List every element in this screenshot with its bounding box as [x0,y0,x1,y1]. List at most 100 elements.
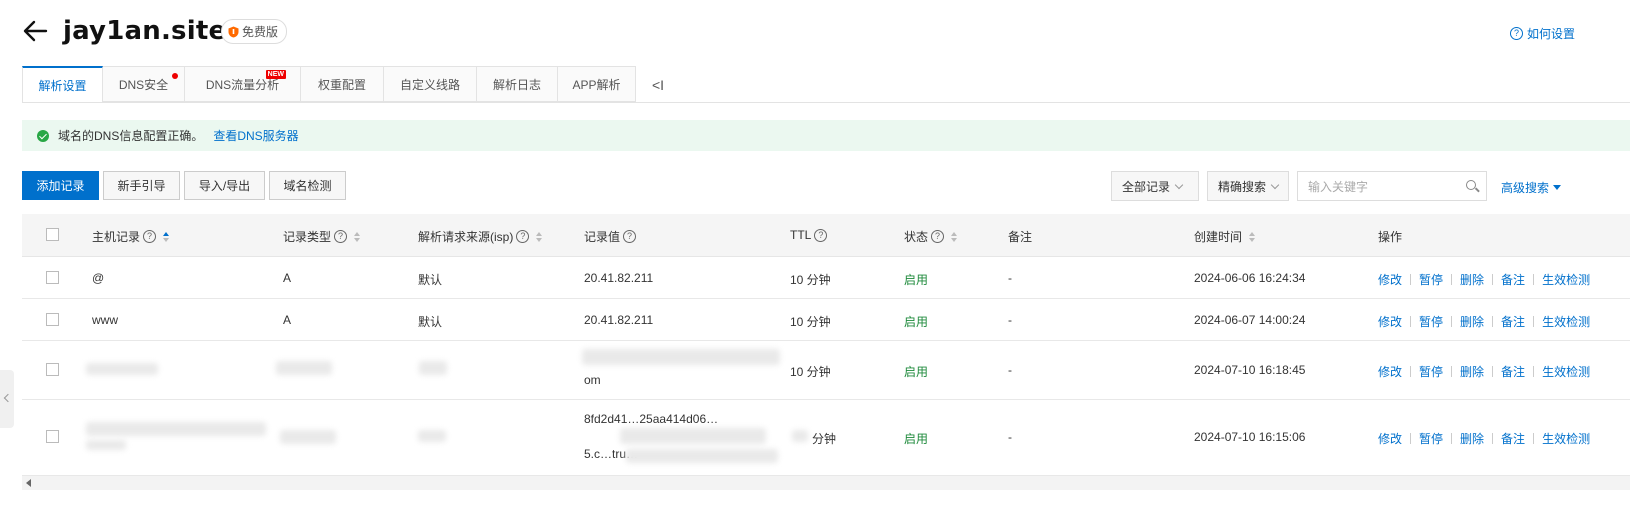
col-ttl: TTL ? [790,228,828,242]
pause-link[interactable]: 暂停 [1419,363,1443,380]
notice-text: 域名的DNS信息配置正确。 [58,129,204,143]
help-circle-icon[interactable]: ? [814,228,828,242]
divider [1451,316,1453,327]
col-remark: 备注 [1008,228,1032,245]
check-effect-link[interactable]: 生效检测 [1542,313,1590,330]
col-value: 记录值 ? [584,228,637,245]
row-checkbox[interactable] [46,430,59,443]
col-host-label: 主机记录 [92,230,141,244]
sort-icon[interactable] [354,231,361,242]
delete-link[interactable]: 删除 [1460,363,1484,380]
add-record-button[interactable]: 添加记录 [22,171,99,200]
remark-link[interactable]: 备注 [1501,271,1525,288]
view-dns-servers-link[interactable]: 查看DNS服务器 [213,127,298,144]
delete-link[interactable]: 删除 [1460,313,1484,330]
tab-dns-security[interactable]: DNS安全 [103,66,185,102]
help-circle-icon[interactable]: ? [623,230,637,243]
host-cell: @ [92,271,105,285]
col-host[interactable]: 主机记录 ? [92,228,170,245]
tab-dns-traffic-analysis[interactable]: DNS流量分析 NEW [185,66,301,102]
sort-icon[interactable] [536,231,543,242]
edit-link[interactable]: 修改 [1378,363,1402,380]
search-input[interactable]: 输入关键字 [1297,171,1487,201]
advanced-search-toggle[interactable]: 高级搜索 [1501,179,1562,196]
remark-cell: - [1008,430,1012,444]
divider [1451,274,1453,285]
help-link-label[interactable]: 如何设置 [1527,25,1575,42]
col-isp[interactable]: 解析请求来源(isp) ? [418,228,543,245]
col-created-label: 创建时间 [1194,230,1243,244]
divider [1410,433,1412,444]
delete-link[interactable]: 删除 [1460,430,1484,447]
row-actions: 修改 暂停 删除 备注 生效检测 [1378,363,1590,380]
search-mode-select[interactable]: 精确搜索 [1207,171,1289,201]
table-row: www A 默认 20.41.82.211 10 分钟 启用 - 2024-06… [22,299,1630,341]
value-cell: 8fd2d41…25aa414d06… [584,412,719,426]
row-checkbox[interactable] [46,271,59,284]
advanced-search-label[interactable]: 高级搜索 [1501,179,1549,196]
tab-label: 权重配置 [317,77,366,92]
import-export-button[interactable]: 导入/导出 [184,171,265,200]
tab-weight-config[interactable]: 权重配置 [301,66,384,102]
pause-link[interactable]: 暂停 [1419,271,1443,288]
domain-check-button[interactable]: 域名检测 [269,171,346,200]
scroll-left-icon[interactable] [26,479,31,487]
col-created[interactable]: 创建时间 [1194,228,1256,245]
help-circle-icon[interactable]: ? [143,230,157,243]
divider [1410,366,1412,377]
help-link[interactable]: ? 如何设置 [1510,25,1575,42]
help-circle-icon[interactable]: ? [516,230,530,243]
tab-app-dns[interactable]: APP解析 [558,66,636,102]
check-effect-link[interactable]: 生效检测 [1542,363,1590,380]
remark-link[interactable]: 备注 [1501,363,1525,380]
sort-icon[interactable] [163,231,170,242]
guide-button[interactable]: 新手引导 [103,171,180,200]
tab-collapse-toggle[interactable]: <I [652,77,664,93]
value-cell: om [584,373,601,387]
redacted-ttl [792,430,808,442]
edit-link[interactable]: 修改 [1378,313,1402,330]
tab-dns-log[interactable]: 解析日志 [477,66,558,102]
help-circle-icon[interactable]: ? [931,230,945,243]
type-cell: A [283,271,292,285]
record-filter-value: 全部记录 [1122,179,1171,194]
back-arrow-icon[interactable] [20,16,50,46]
select-all-checkbox[interactable] [46,228,59,241]
col-status[interactable]: 状态 ? [904,228,958,245]
remark-cell: - [1008,313,1012,327]
col-value-label: 记录值 [584,230,621,244]
sort-icon[interactable] [1249,231,1256,242]
isp-cell: 默认 [418,315,443,329]
status-cell: 启用 [904,365,929,379]
pause-link[interactable]: 暂停 [1419,313,1443,330]
row-checkbox[interactable] [46,313,59,326]
remark-link[interactable]: 备注 [1501,430,1525,447]
col-status-label: 状态 [904,230,929,244]
status-cell: 启用 [904,432,929,446]
notification-dot [172,73,178,79]
tab-dns-settings[interactable]: 解析设置 [22,66,103,103]
search-icon[interactable] [1466,180,1476,190]
domain-title: jay1an.site [63,16,227,46]
side-panel-toggle[interactable] [0,370,14,428]
remark-cell: - [1008,271,1012,285]
help-circle-icon[interactable]: ? [334,230,348,243]
horizontal-scrollbar[interactable] [22,476,1630,490]
check-effect-link[interactable]: 生效检测 [1542,271,1590,288]
record-filter-select[interactable]: 全部记录 [1111,171,1199,201]
col-ttl-label: TTL [790,228,812,242]
tab-custom-route[interactable]: 自定义线路 [384,66,477,102]
sort-icon[interactable] [951,231,958,242]
created-cell: 2024-06-07 14:00:24 [1194,313,1306,327]
delete-link[interactable]: 删除 [1460,271,1484,288]
pause-link[interactable]: 暂停 [1419,430,1443,447]
help-circle-icon: ? [1510,27,1523,40]
col-type[interactable]: 记录类型 ? [283,228,361,245]
edit-link[interactable]: 修改 [1378,271,1402,288]
row-checkbox[interactable] [46,363,59,376]
check-effect-link[interactable]: 生效检测 [1542,430,1590,447]
edit-link[interactable]: 修改 [1378,430,1402,447]
dns-status-notice: 域名的DNS信息配置正确。 查看DNS服务器 [22,120,1630,151]
remark-link[interactable]: 备注 [1501,313,1525,330]
redacted-host [86,422,266,436]
